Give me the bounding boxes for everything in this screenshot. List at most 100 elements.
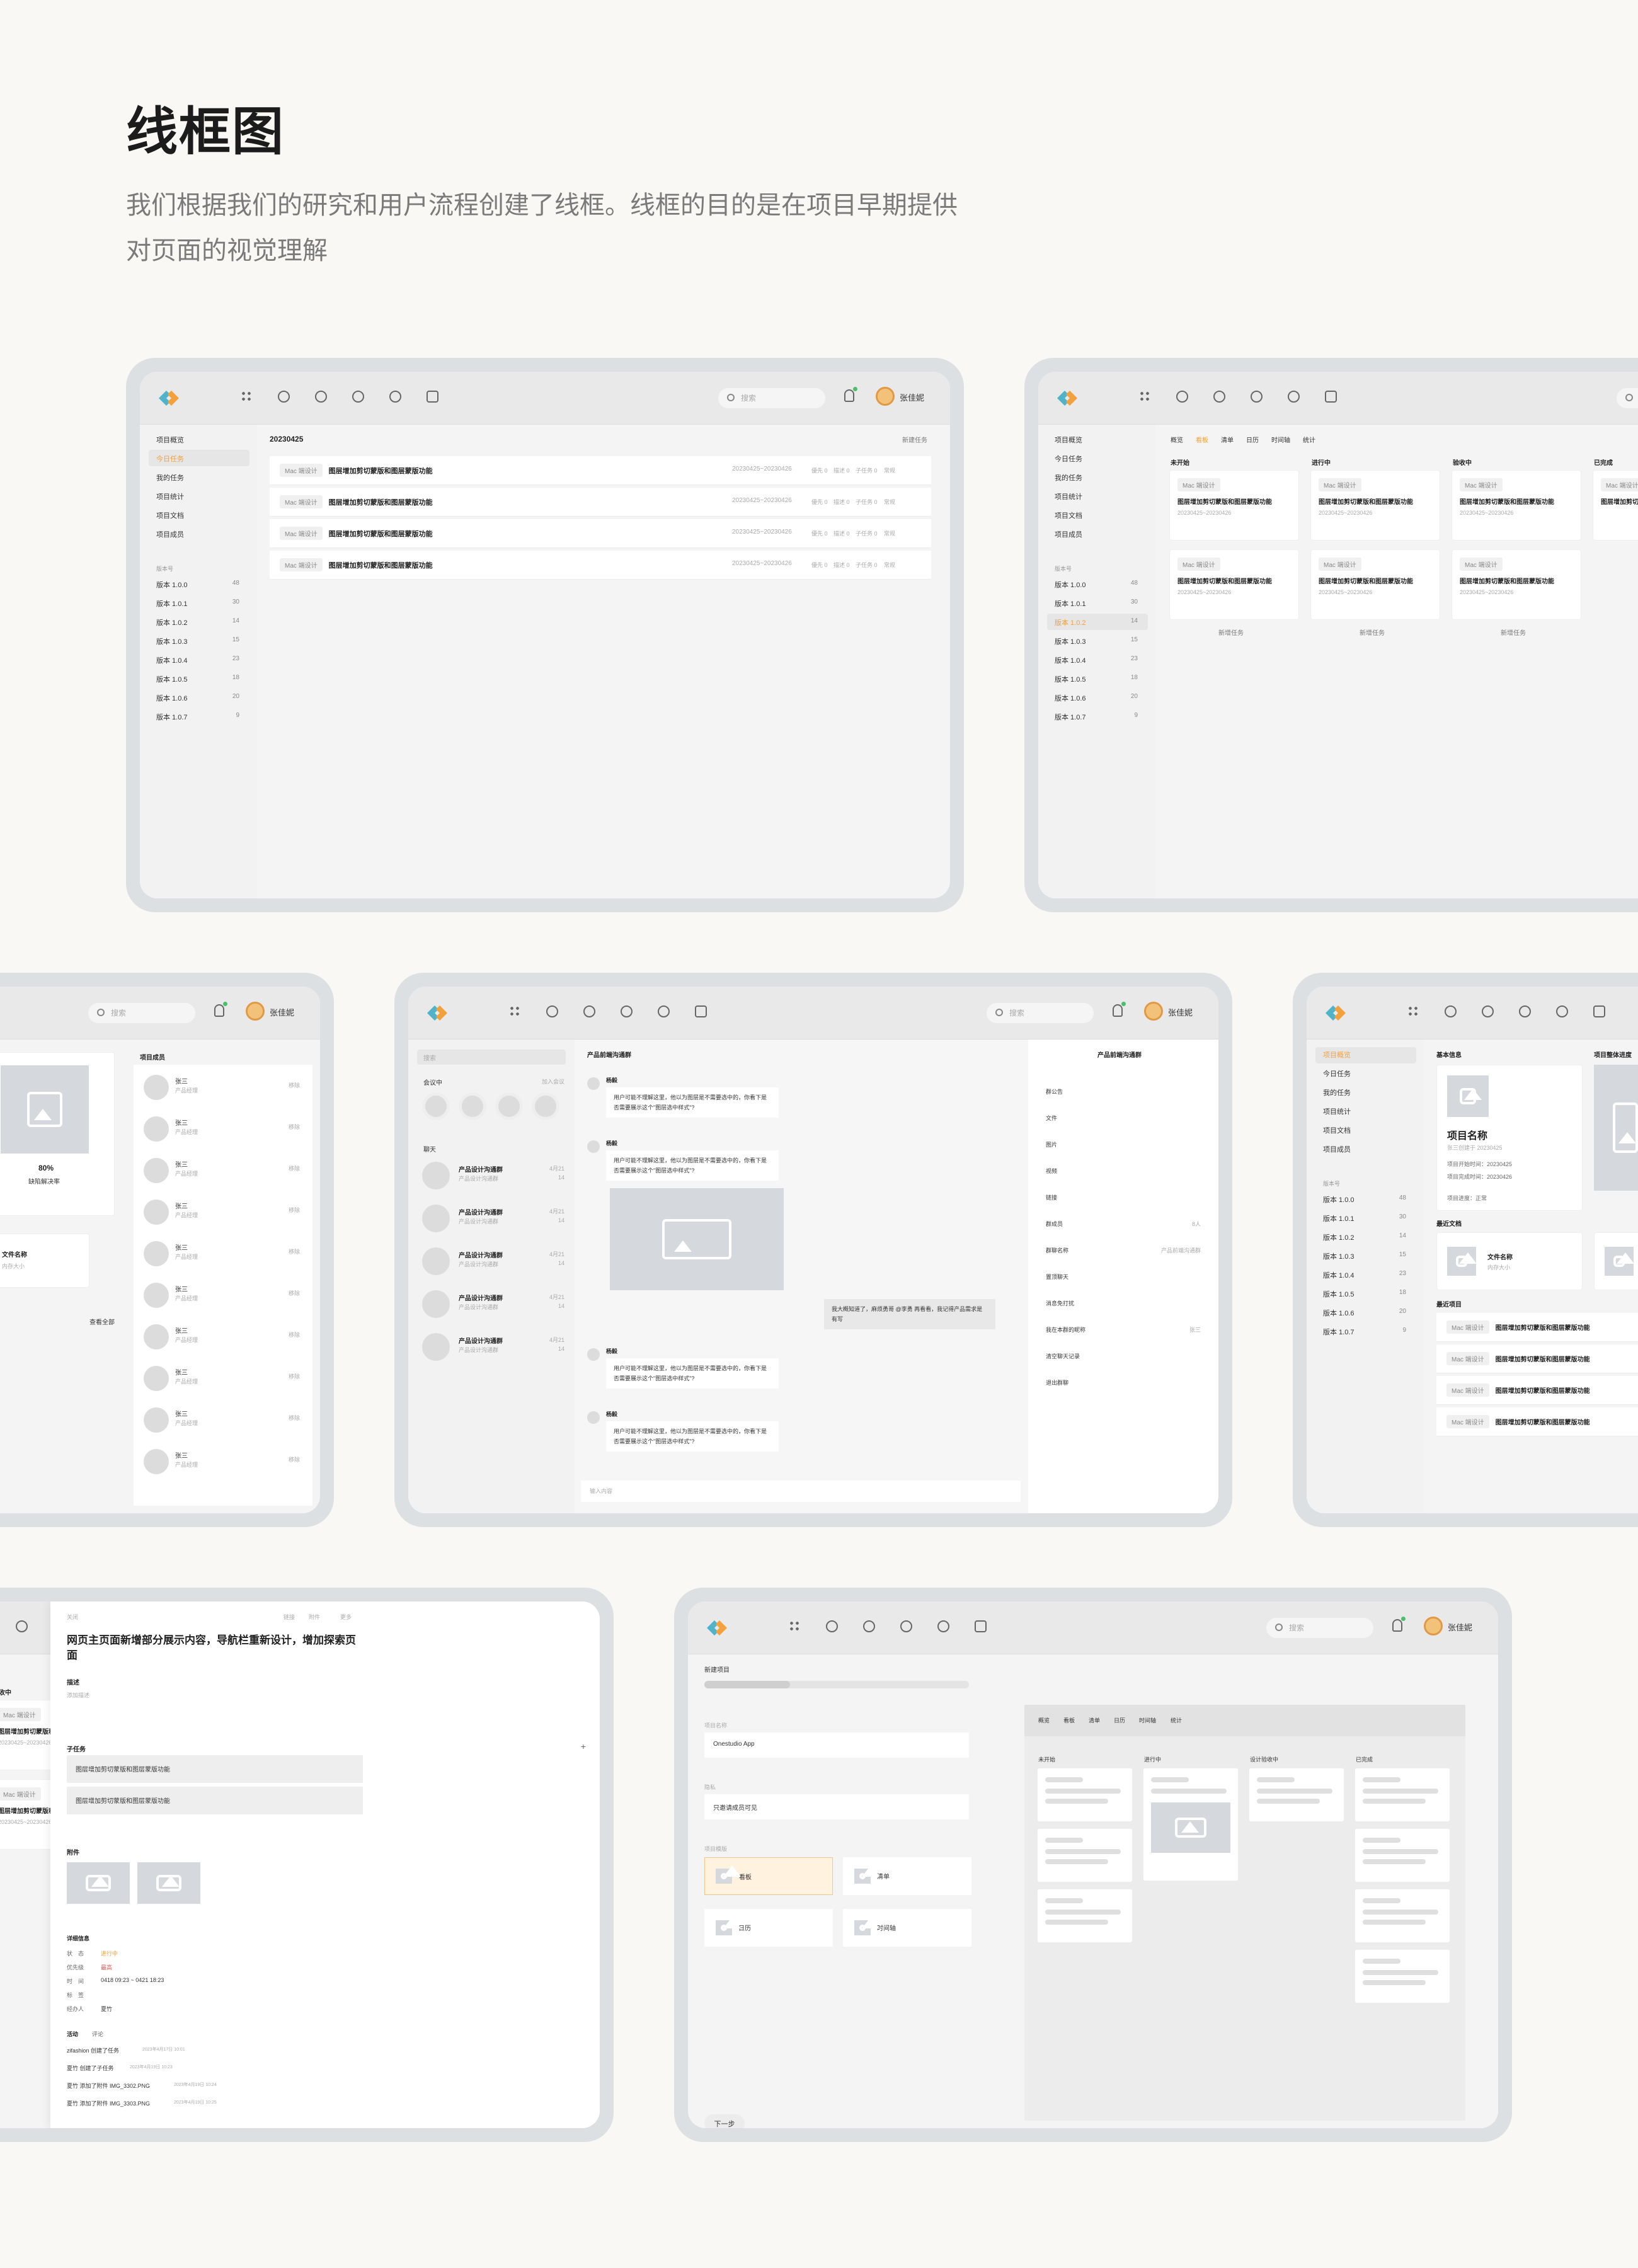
task-title[interactable]: 网页主页面新增部分展示内容，导航栏重新设计，增加探索页面 bbox=[67, 1633, 363, 1663]
version-item[interactable]: 版本 1.0.3 bbox=[1323, 1251, 1354, 1261]
version-item[interactable]: 版本 1.0.5 bbox=[1055, 674, 1086, 684]
sidebar-item[interactable]: 项目统计 bbox=[1323, 1106, 1351, 1116]
remove-button[interactable]: 移除 bbox=[289, 1414, 300, 1422]
remove-button[interactable]: 移除 bbox=[289, 1247, 300, 1256]
chat-icon[interactable] bbox=[1519, 1005, 1531, 1017]
bell-icon[interactable] bbox=[844, 387, 857, 402]
task-row[interactable]: Mac 端设计 图层增加剪切蒙版和图层蒙版功能 20230425~20230426… bbox=[270, 551, 931, 580]
globe-icon[interactable] bbox=[278, 391, 290, 403]
owner-value[interactable]: 夏竹 bbox=[101, 2005, 112, 2013]
info-item[interactable]: 群公告 bbox=[1046, 1087, 1063, 1096]
sidebar-item[interactable]: 项目文档 bbox=[1055, 510, 1082, 520]
version-item[interactable]: 版本 1.0.1 bbox=[156, 598, 188, 609]
priority-value[interactable]: 最高 bbox=[101, 1963, 112, 1971]
sidebar-item[interactable]: 项目成员 bbox=[1055, 529, 1082, 539]
version-item[interactable]: 版本 1.0.3 bbox=[1055, 636, 1086, 646]
kanban-card[interactable]: Mac 端设计 图层增加剪切蒙版和图层蒙版功能 20230425~20230426 bbox=[1310, 470, 1440, 541]
recent-task-row[interactable]: Mac 端设计 图层增加剪切蒙版和图层蒙版功能 bbox=[1436, 1313, 1638, 1342]
help-icon[interactable] bbox=[1593, 1005, 1605, 1017]
gear-icon[interactable] bbox=[1288, 391, 1300, 403]
help-icon[interactable] bbox=[1325, 391, 1337, 403]
task-row[interactable]: Mac 端设计 图层增加剪切蒙版和图层蒙版功能 20230425~20230426… bbox=[270, 488, 931, 517]
kanban-card[interactable]: Mac 端设计 图层增加剪切蒙版和图层蒙版功能 20230425~20230426 bbox=[1169, 470, 1299, 541]
add-subtask-icon[interactable]: + bbox=[581, 1741, 586, 1751]
user-name[interactable]: 张佳妮 bbox=[270, 1006, 294, 1018]
file-card[interactable]: 文件名称 内存大小 bbox=[0, 1234, 89, 1288]
sidebar-item[interactable]: 项目成员 bbox=[1323, 1144, 1351, 1154]
info-item[interactable]: 置顶聊天 bbox=[1046, 1273, 1068, 1281]
help-icon[interactable] bbox=[427, 391, 438, 403]
version-item[interactable]: 版本 1.0.2 bbox=[1323, 1232, 1354, 1242]
chat-icon[interactable] bbox=[900, 1620, 912, 1632]
add-task-button[interactable]: 新增任务 bbox=[1218, 627, 1244, 637]
tab-stats[interactable]: 统计 bbox=[1303, 435, 1315, 444]
remove-button[interactable]: 移除 bbox=[289, 1289, 300, 1297]
kanban-card[interactable]: Mac 端设计图层增加剪切蒙版和图层蒙版功能 bbox=[1593, 470, 1638, 541]
version-item[interactable]: 版本 1.0.0 bbox=[1323, 1194, 1354, 1205]
clock-icon[interactable] bbox=[1482, 1005, 1494, 1017]
remove-button[interactable]: 移除 bbox=[289, 1164, 300, 1172]
next-button[interactable]: 下一步 bbox=[704, 2114, 745, 2128]
sidebar-item[interactable]: 今日任务 bbox=[1055, 454, 1082, 464]
sidebar-item[interactable]: 我的任务 bbox=[1323, 1087, 1351, 1097]
version-item[interactable]: 版本 1.0.6 bbox=[1323, 1308, 1354, 1318]
globe-icon[interactable] bbox=[1176, 391, 1188, 403]
bell-icon[interactable] bbox=[1392, 1617, 1406, 1632]
sidebar-item[interactable]: 项目文档 bbox=[1323, 1125, 1351, 1135]
tab-list[interactable]: 清单 bbox=[1221, 435, 1234, 444]
apps-icon[interactable] bbox=[241, 391, 253, 403]
subtask-row[interactable]: 图层增加剪切蒙版和图层蒙版功能 bbox=[67, 1755, 363, 1783]
chat-search[interactable]: 搜索 bbox=[417, 1050, 566, 1065]
version-item[interactable]: 版本 1.0.0 bbox=[156, 580, 188, 590]
clock-icon[interactable] bbox=[583, 1005, 595, 1017]
info-item[interactable]: 我在本群的昵称 bbox=[1046, 1326, 1085, 1334]
sidebar-item[interactable]: 项目统计 bbox=[1055, 491, 1082, 501]
sidebar-item[interactable]: 项目概览 bbox=[156, 435, 184, 445]
avatar[interactable] bbox=[1424, 1617, 1443, 1635]
new-task-button[interactable]: 新建任务 bbox=[902, 435, 927, 444]
sidebar-item[interactable]: 我的任务 bbox=[156, 472, 184, 483]
info-item[interactable]: 文件 bbox=[1046, 1114, 1057, 1122]
remove-button[interactable]: 移除 bbox=[289, 1081, 300, 1089]
search-input[interactable]: 搜索 bbox=[1266, 1618, 1373, 1638]
join-meeting-link[interactable]: 加入会议 bbox=[542, 1077, 564, 1085]
chat-icon[interactable] bbox=[621, 1005, 633, 1017]
sidebar-item[interactable]: 项目统计 bbox=[156, 491, 184, 501]
avatar[interactable] bbox=[876, 387, 895, 406]
remove-button[interactable]: 移除 bbox=[289, 1455, 300, 1463]
comment-tab[interactable]: 评论 bbox=[92, 2030, 103, 2038]
globe-icon[interactable] bbox=[1445, 1005, 1457, 1017]
version-item[interactable]: 版本 1.0.5 bbox=[156, 674, 188, 684]
sidebar-item[interactable]: 项目概览 bbox=[1055, 435, 1082, 445]
sidebar-item[interactable]: 今日任务 bbox=[1323, 1068, 1351, 1079]
version-item[interactable]: 版本 1.0.0 bbox=[1055, 580, 1086, 590]
task-row[interactable]: Mac 端设计 图层增加剪切蒙版和图层蒙版功能 20230425~20230426… bbox=[270, 456, 931, 485]
privacy-select[interactable]: 只邀请成员可见 bbox=[704, 1794, 969, 1819]
globe-icon[interactable] bbox=[826, 1620, 838, 1632]
recent-task-row[interactable]: Mac 端设计 图层增加剪切蒙版和图层蒙版功能 bbox=[1436, 1344, 1638, 1373]
clock-icon[interactable] bbox=[863, 1620, 875, 1632]
doc-card[interactable]: 文件名称 内存大小 bbox=[1436, 1232, 1583, 1290]
chat-icon[interactable] bbox=[352, 391, 364, 403]
clock-icon[interactable] bbox=[315, 391, 327, 403]
group-item[interactable]: 产品设计沟通群 bbox=[459, 1293, 503, 1302]
back-button[interactable]: 新建项目 bbox=[704, 1664, 730, 1674]
version-item[interactable]: 版本 1.0.7 bbox=[1323, 1327, 1354, 1337]
group-item[interactable]: 产品设计沟通群 bbox=[459, 1336, 503, 1345]
attach-button[interactable]: 附件 bbox=[309, 1613, 320, 1621]
close-button[interactable]: 关闭 bbox=[67, 1613, 78, 1621]
project-name-input[interactable]: Onestudio App bbox=[704, 1732, 969, 1758]
avatar[interactable] bbox=[1144, 1002, 1163, 1021]
gear-icon[interactable] bbox=[16, 1620, 28, 1632]
apps-icon[interactable] bbox=[789, 1620, 801, 1632]
version-item[interactable]: 版本 1.0.5 bbox=[1323, 1289, 1354, 1299]
doc-card[interactable] bbox=[1594, 1232, 1638, 1290]
version-item[interactable]: 版本 1.0.4 bbox=[1055, 655, 1086, 665]
version-item[interactable]: 版本 1.0.7 bbox=[156, 712, 188, 722]
version-item[interactable]: 版本 1.0.7 bbox=[1055, 712, 1086, 722]
group-item[interactable]: 产品设计沟通群 bbox=[459, 1250, 503, 1259]
gear-icon[interactable] bbox=[937, 1620, 949, 1632]
add-task-button[interactable]: 新增任务 bbox=[1360, 627, 1385, 637]
view-all-link[interactable]: 查看全部 bbox=[89, 1317, 115, 1326]
sidebar-item[interactable]: 项目成员 bbox=[156, 529, 184, 539]
